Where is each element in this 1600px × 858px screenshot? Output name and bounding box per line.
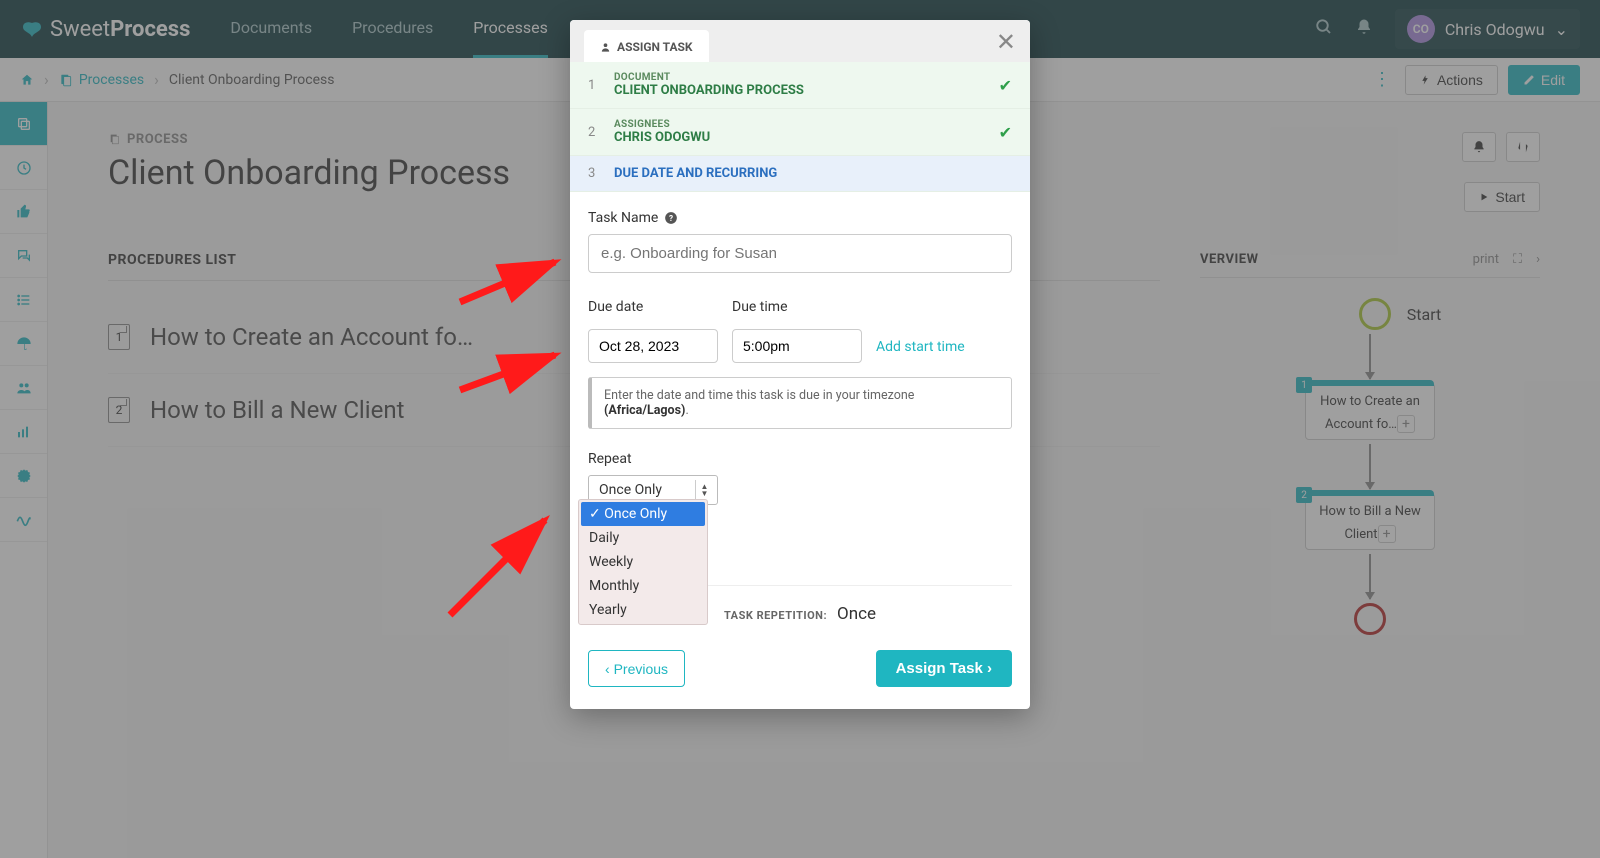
task-name-label: Task Name ? xyxy=(588,210,1012,226)
close-icon[interactable]: ✕ xyxy=(996,28,1016,56)
repeat-label: Repeat xyxy=(588,451,1012,467)
repeat-option[interactable]: Daily xyxy=(581,526,705,550)
step-assignees[interactable]: 2 ASSIGNEESCHRIS ODOGWU ✔ xyxy=(570,109,1030,156)
check-icon: ✔ xyxy=(999,123,1012,142)
previous-button[interactable]: ‹ Previous xyxy=(588,650,685,687)
repeat-dropdown: Once Only Daily Weekly Monthly Yearly xyxy=(578,499,708,625)
svg-text:?: ? xyxy=(669,213,673,223)
repeat-option[interactable]: Yearly xyxy=(581,598,705,622)
repetition-value: Once xyxy=(837,604,876,624)
step-document[interactable]: 1 DOCUMENTCLIENT ONBOARDING PROCESS ✔ xyxy=(570,62,1030,109)
due-time-label: Due time xyxy=(732,299,862,315)
add-start-time[interactable]: Add start time xyxy=(876,339,965,355)
timezone-hint: Enter the date and time this task is due… xyxy=(588,377,1012,429)
assign-task-button[interactable]: Assign Task › xyxy=(876,650,1012,687)
select-caret-icon: ▲▼ xyxy=(695,480,713,500)
check-icon: ✔ xyxy=(999,76,1012,95)
step-due-date[interactable]: 3 DUE DATE AND RECURRING xyxy=(570,156,1030,192)
help-icon[interactable]: ? xyxy=(664,211,678,225)
task-name-input[interactable] xyxy=(588,234,1012,273)
due-date-input[interactable] xyxy=(588,329,718,363)
modal-tab[interactable]: ASSIGN TASK xyxy=(584,30,709,62)
repeat-option[interactable]: Weekly xyxy=(581,550,705,574)
repeat-option[interactable]: Monthly xyxy=(581,574,705,598)
due-date-label: Due date xyxy=(588,299,718,315)
assign-task-modal: ASSIGN TASK ✕ 1 DOCUMENTCLIENT ONBOARDIN… xyxy=(570,20,1030,709)
repeat-option[interactable]: Once Only xyxy=(581,502,705,526)
due-time-input[interactable] xyxy=(732,329,862,363)
repetition-label: TASK REPETITION: xyxy=(724,609,827,622)
